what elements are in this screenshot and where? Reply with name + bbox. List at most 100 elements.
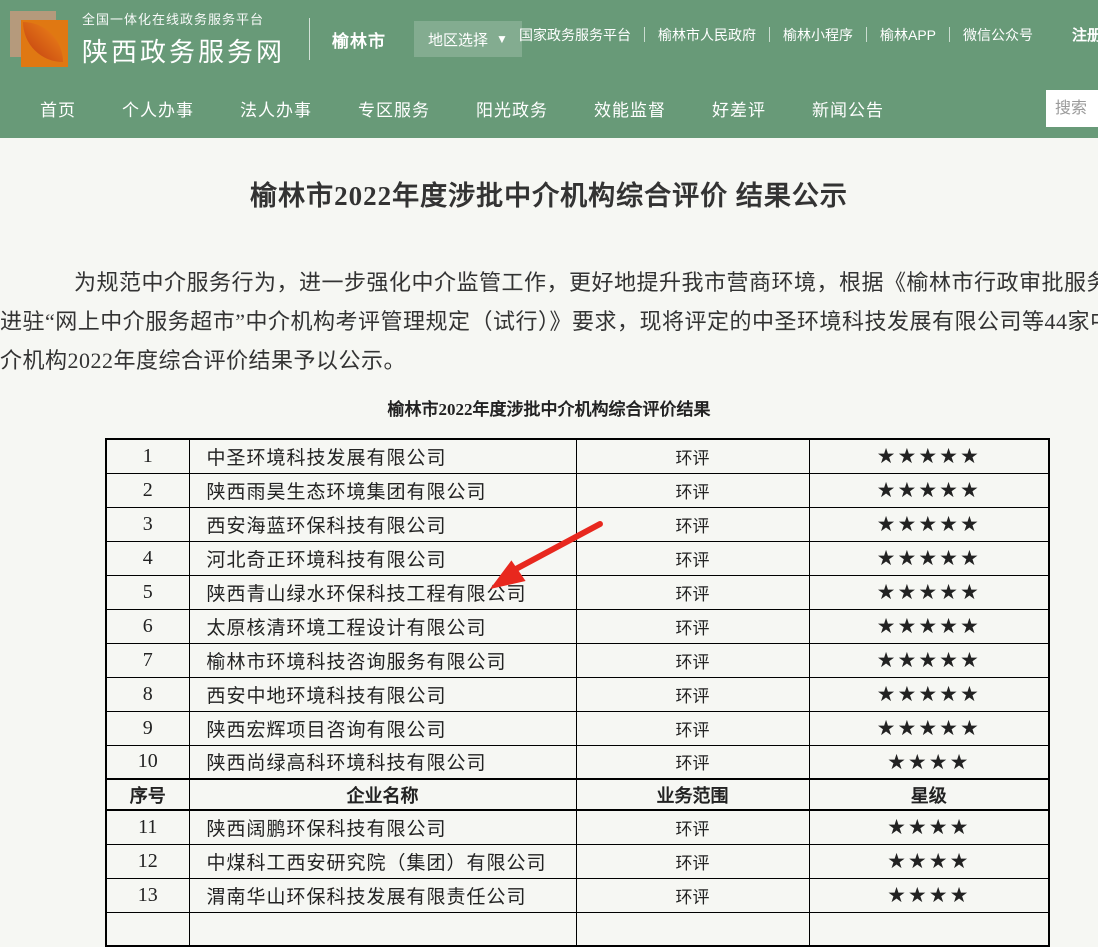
star-rating: ★★★★★ [809,575,1049,609]
row-number: 1 [106,439,189,473]
company-name: 陕西雨昊生态环境集团有限公司 [189,473,576,507]
top-link-wechat[interactable]: 微信公众号 [950,25,1046,45]
company-name: 陕西阔鹏环保科技有限公司 [189,810,576,844]
star-rating: ★★★★★ [809,507,1049,541]
star-rating: ★★★★ [809,745,1049,779]
platform-name: 全国一体化在线政务服务平台 [82,9,285,28]
nav-item-open-government[interactable]: 阳光政务 [476,96,548,121]
paragraph-line: 为规范中介服务行为，进一步强化中介监管工作，更好地提升我市营商环境，根据《榆林市… [0,263,1098,302]
table-row: 9陕西宏辉项目咨询有限公司环评★★★★★ [106,711,1049,745]
company-name: 中煤科工西安研究院（集团）有限公司 [189,844,576,878]
row-number: 8 [106,677,189,711]
company-name: 河北奇正环境科技有限公司 [189,541,576,575]
business-scope: 环评 [576,677,809,711]
table-header-row: 序号企业名称业务范围星级 [106,779,1049,810]
star-rating: ★★★★★ [809,677,1049,711]
top-link-city-government[interactable]: 榆林市人民政府 [645,25,769,45]
table-row: 8西安中地环境科技有限公司环评★★★★★ [106,677,1049,711]
company-name: 西安中地环境科技有限公司 [189,677,576,711]
site-name: 陕西政务服务网 [82,32,285,69]
star-rating: ★★★★★ [809,439,1049,473]
table-row: 11陕西阔鹏环保科技有限公司环评★★★★ [106,810,1049,844]
company-name: 太原核清环境工程设计有限公司 [189,609,576,643]
business-scope: 环评 [576,711,809,745]
business-scope: 环评 [576,810,809,844]
top-link-mini-program[interactable]: 榆林小程序 [770,25,866,45]
page-title: 榆林市2022年度涉批中介机构综合评价 结果公示 [0,174,1098,213]
row-number: 2 [106,473,189,507]
column-header: 业务范围 [576,779,809,810]
paragraph-line: 进驻“网上中介服务超市”中介机构考评管理规定（试行）》要求，现将评定的中圣环境科… [0,302,1098,341]
star-rating: ★★★★★ [809,609,1049,643]
company-name: 中圣环境科技发展有限公司 [189,439,576,473]
star-rating: ★★★★★ [809,541,1049,575]
announcement-paragraph: 为规范中介服务行为，进一步强化中介监管工作，更好地提升我市营商环境，根据《榆林市… [0,263,1098,380]
row-number [106,912,189,946]
company-name: 陕西宏辉项目咨询有限公司 [189,711,576,745]
business-scope: 环评 [576,844,809,878]
top-header-bar: 全国一体化在线政务服务平台 陕西政务服务网 榆林市 地区选择 ▼ 国家政务服务平… [0,0,1098,78]
region-selector-label: 地区选择 [428,29,488,50]
company-name: 渭南华山环保科技发展有限责任公司 [189,878,576,912]
site-brand[interactable]: 全国一体化在线政务服务平台 陕西政务服务网 [82,9,285,69]
row-number: 11 [106,810,189,844]
business-scope: 环评 [576,609,809,643]
main-navigation: 首页 个人办事 法人办事 专区服务 阳光政务 效能监督 好差评 新闻公告 [0,78,1098,138]
table-row: 6太原核清环境工程设计有限公司环评★★★★★ [106,609,1049,643]
nav-item-special-zone[interactable]: 专区服务 [358,96,430,121]
row-number: 12 [106,844,189,878]
table-row: 4河北奇正环境科技有限公司环评★★★★★ [106,541,1049,575]
star-rating: ★★★★ [809,810,1049,844]
nav-item-rating[interactable]: 好差评 [712,96,766,121]
business-scope [576,912,809,946]
star-rating: ★★★★ [809,844,1049,878]
business-scope: 环评 [576,473,809,507]
top-links: 国家政务服务平台 榆林市人民政府 榆林小程序 榆林APP 微信公众号 注册 [506,24,1098,45]
nav-item-home[interactable]: 首页 [40,96,76,121]
site-logo[interactable] [8,7,72,71]
table-row: 10陕西尚绿高科环境科技有限公司环评★★★★ [106,745,1049,779]
column-header: 序号 [106,779,189,810]
business-scope: 环评 [576,878,809,912]
search-input[interactable] [1046,90,1098,127]
business-scope: 环评 [576,745,809,779]
nav-item-personal[interactable]: 个人办事 [122,96,194,121]
article-content: 榆林市2022年度涉批中介机构综合评价 结果公示 为规范中介服务行为，进一步强化… [0,138,1098,947]
business-scope: 环评 [576,439,809,473]
current-city-label: 榆林市 [332,27,386,52]
table-row: 1中圣环境科技发展有限公司环评★★★★★ [106,439,1049,473]
star-rating: ★★★★★ [809,473,1049,507]
nav-item-legal-person[interactable]: 法人办事 [240,96,312,121]
brand-divider [309,18,310,60]
row-number: 4 [106,541,189,575]
nav-item-news[interactable]: 新闻公告 [812,96,884,121]
register-link[interactable]: 注册 [1072,24,1098,45]
company-name: 榆林市环境科技咨询服务有限公司 [189,643,576,677]
row-number: 13 [106,878,189,912]
star-rating: ★★★★ [809,878,1049,912]
evaluation-table: 1中圣环境科技发展有限公司环评★★★★★2陕西雨昊生态环境集团有限公司环评★★★… [105,438,1050,947]
table-row [106,912,1049,946]
row-number: 6 [106,609,189,643]
top-link-national-platform[interactable]: 国家政务服务平台 [506,25,644,45]
column-header: 企业名称 [189,779,576,810]
table-caption: 榆林市2022年度涉批中介机构综合评价结果 [0,395,1098,420]
company-name [189,912,576,946]
business-scope: 环评 [576,575,809,609]
company-name: 陕西青山绿水环保科技工程有限公司 [189,575,576,609]
star-rating: ★★★★★ [809,711,1049,745]
row-number: 3 [106,507,189,541]
table-row: 7榆林市环境科技咨询服务有限公司环评★★★★★ [106,643,1049,677]
top-link-app[interactable]: 榆林APP [867,25,949,45]
star-rating [809,912,1049,946]
table-row: 5陕西青山绿水环保科技工程有限公司环评★★★★★ [106,575,1049,609]
star-rating: ★★★★★ [809,643,1049,677]
row-number: 7 [106,643,189,677]
row-number: 9 [106,711,189,745]
business-scope: 环评 [576,507,809,541]
table-row: 3西安海蓝环保科技有限公司环评★★★★★ [106,507,1049,541]
table-row: 2陕西雨昊生态环境集团有限公司环评★★★★★ [106,473,1049,507]
nav-item-efficiency[interactable]: 效能监督 [594,96,666,121]
paragraph-line: 介机构2022年度综合评价结果予以公示。 [0,341,1098,380]
company-name: 陕西尚绿高科环境科技有限公司 [189,745,576,779]
